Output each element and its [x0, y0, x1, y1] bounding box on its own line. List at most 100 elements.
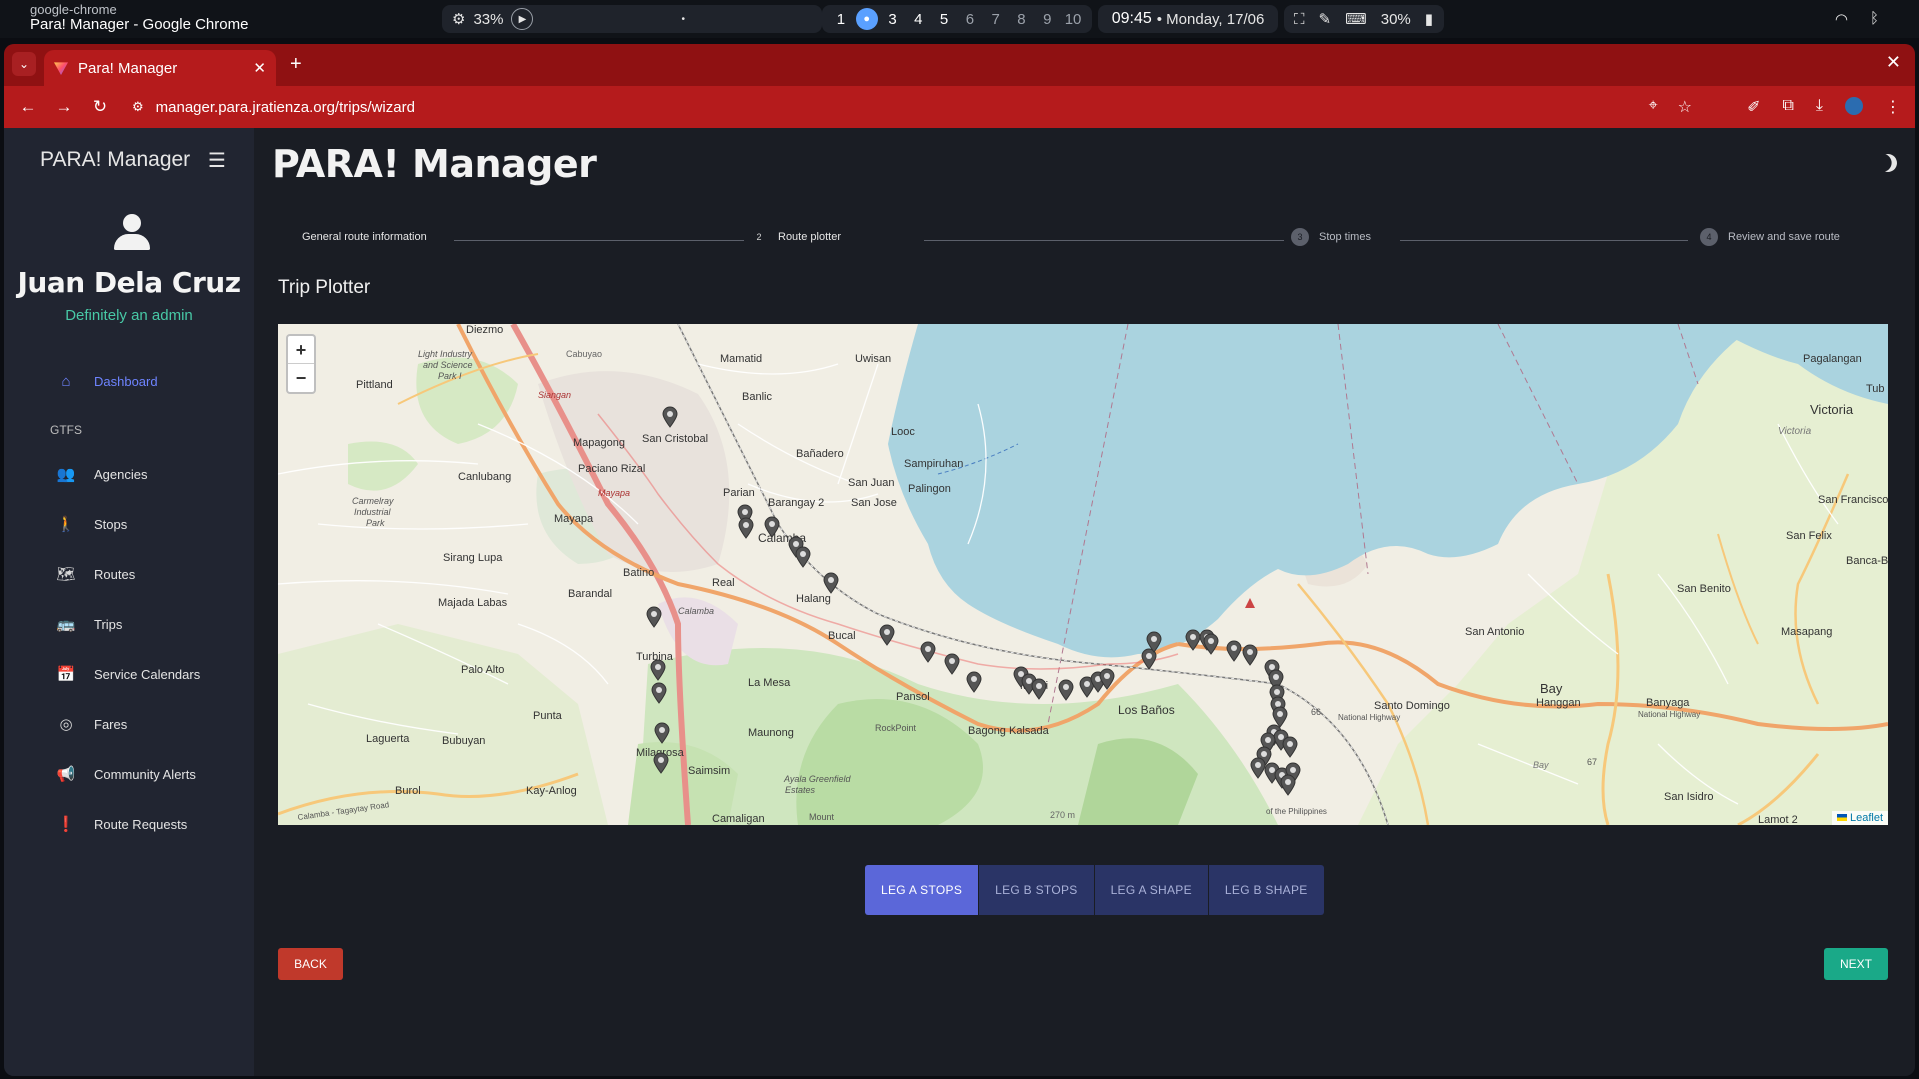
sidebar-item-routes[interactable]: 🗺 Routes — [56, 565, 135, 583]
workspace-7[interactable]: 7 — [985, 11, 1007, 28]
tab-leg-b-shape[interactable]: LEG B SHAPE — [1208, 865, 1324, 915]
workspace-9[interactable]: 9 — [1036, 11, 1058, 28]
stop-marker-icon[interactable] — [1031, 678, 1047, 700]
stop-marker-icon[interactable] — [764, 516, 780, 538]
workspace-5[interactable]: 5 — [933, 11, 955, 28]
pen-extension-icon[interactable]: ✐ — [1747, 97, 1760, 117]
sidebar-item-route-requests[interactable]: ❗ Route Requests — [56, 815, 188, 833]
profile-avatar-icon[interactable] — [1845, 97, 1863, 115]
stop-marker-icon[interactable] — [651, 682, 667, 704]
campaign-icon: 📢 — [56, 766, 76, 783]
wifi-icon[interactable]: ◠ — [1835, 10, 1848, 28]
sidebar-item-stops[interactable]: 🚶 Stops — [56, 515, 128, 533]
sidebar-item-trips[interactable]: 🚌 Trips — [56, 615, 123, 633]
stop-marker-icon[interactable] — [1146, 631, 1162, 653]
back-button[interactable]: BACK — [278, 948, 343, 980]
bookmark-star-icon[interactable]: ☆ — [1678, 97, 1692, 117]
stop-marker-icon[interactable] — [1226, 640, 1242, 662]
forward-arrow-icon[interactable]: → — [46, 97, 82, 117]
stop-marker-icon[interactable] — [653, 752, 669, 774]
os-clock[interactable]: 09:45 • Monday, 17/06 — [1098, 5, 1278, 33]
tab-leg-a-stops[interactable]: LEG A STOPS — [865, 865, 980, 915]
fullscreen-icon[interactable]: ⛶ — [1294, 11, 1305, 28]
map-attribution[interactable]: Leaflet — [1831, 811, 1888, 825]
next-button[interactable]: NEXT — [1824, 948, 1888, 980]
sidebar-item-agencies[interactable]: 👥 Agencies — [56, 465, 148, 483]
stop-marker-icon[interactable] — [944, 653, 960, 675]
dot-icon: • — [681, 13, 685, 25]
tab-search-icon[interactable]: ⌄ — [12, 52, 36, 76]
step-stop-times[interactable]: 3 Stop times — [1291, 228, 1371, 246]
location-icon[interactable]: ⌖ — [1649, 97, 1658, 117]
stop-marker-icon[interactable] — [920, 641, 936, 663]
tab-close-icon[interactable]: ✕ — [253, 59, 266, 77]
os-tray: ◠ ᛒ — [1835, 10, 1879, 28]
stop-marker-icon[interactable] — [1242, 644, 1258, 666]
tab-leg-a-shape[interactable]: LEG A SHAPE — [1094, 865, 1209, 915]
map-label: RockPoint — [875, 723, 917, 733]
sidebar-item-community-alerts[interactable]: 📢 Community Alerts — [56, 765, 196, 783]
map-label: Estates — [785, 785, 816, 795]
play-icon[interactable]: ▶ — [511, 8, 534, 30]
sidebar-item-fares[interactable]: ◎ Fares — [56, 715, 127, 733]
sidebar-item-label: Fares — [94, 716, 128, 732]
pen-icon[interactable]: ✎ — [1319, 10, 1332, 28]
stop-marker-icon[interactable] — [654, 722, 670, 744]
stop-marker-icon[interactable] — [1203, 633, 1219, 655]
stop-marker-icon[interactable] — [1282, 736, 1298, 758]
sidebar-item-label: Trips — [94, 616, 123, 632]
url-text[interactable]: manager.para.jratienza.org/trips/wizard — [156, 99, 415, 116]
workspace-1[interactable]: 1 — [830, 11, 852, 28]
stop-marker-icon[interactable] — [966, 671, 982, 693]
zoom-in-button[interactable]: + — [288, 336, 314, 364]
stop-marker-icon[interactable] — [646, 606, 662, 628]
main-content: PARA! Manager General route information … — [254, 128, 1915, 1076]
stop-marker-icon[interactable] — [795, 546, 811, 568]
extensions-icon[interactable]: ⧉ — [1782, 97, 1793, 117]
stop-marker-icon[interactable] — [1280, 774, 1296, 796]
sidebar-item-dashboard[interactable]: ⌂ Dashboard — [56, 373, 157, 390]
workspace-8[interactable]: 8 — [1011, 11, 1033, 28]
stop-marker-icon[interactable] — [879, 624, 895, 646]
cpu-usage: 33% — [473, 10, 504, 28]
map-label: Camaligan — [712, 813, 765, 825]
step-label: General route information — [302, 231, 427, 243]
map-label: Calamba — [678, 606, 714, 616]
site-info-icon[interactable]: ⚙ — [132, 99, 144, 115]
stop-marker-icon[interactable] — [823, 572, 839, 594]
address-bar[interactable]: ⚙ manager.para.jratienza.org/trips/wizar… — [132, 92, 1702, 122]
map-label: Mamatid — [720, 353, 762, 365]
os-cpu-widget[interactable]: ⚙ 33% ▶ • — [442, 5, 822, 33]
tab-leg-b-stops[interactable]: LEG B STOPS — [979, 865, 1095, 915]
reload-icon[interactable]: ↻ — [82, 97, 118, 117]
leaflet-link[interactable]: Leaflet — [1850, 812, 1883, 824]
workspace-4[interactable]: 4 — [907, 11, 929, 28]
stop-marker-icon[interactable] — [650, 659, 666, 681]
sidebar-item-service-calendars[interactable]: 📅 Service Calendars — [56, 665, 201, 683]
stop-marker-icon[interactable] — [662, 406, 678, 428]
stop-marker-icon[interactable] — [1099, 668, 1115, 690]
menu-kebab-icon[interactable]: ⋮ — [1885, 97, 1901, 117]
step-review-save[interactable]: 4 Review and save route — [1700, 228, 1840, 246]
stop-marker-icon[interactable] — [1058, 679, 1074, 701]
dark-mode-toggle-icon[interactable] — [1876, 151, 1899, 174]
browser-tab-active[interactable]: Para! Manager ✕ — [44, 50, 276, 86]
stop-marker-icon[interactable] — [738, 517, 754, 539]
zoom-out-button[interactable]: − — [288, 364, 314, 392]
trip-plotter-map[interactable]: Diezmo Pittland Light Industry and Scien… — [278, 324, 1888, 825]
step-general-info[interactable]: General route information — [274, 228, 427, 246]
workspace-current[interactable]: ● — [855, 8, 878, 30]
new-tab-icon[interactable]: + — [290, 53, 302, 76]
bus-icon: 🚌 — [56, 616, 76, 633]
keyboard-icon[interactable]: ⌨ — [1345, 10, 1367, 28]
workspace-3[interactable]: 3 — [882, 11, 904, 28]
workspace-6[interactable]: 6 — [959, 11, 981, 28]
back-arrow-icon[interactable]: ← — [10, 97, 46, 117]
workspace-10[interactable]: 10 — [1062, 11, 1084, 28]
step-route-plotter[interactable]: 2 Route plotter — [750, 228, 841, 246]
download-icon[interactable]: ⤓ — [1816, 97, 1823, 117]
bluetooth-icon[interactable]: ᛒ — [1870, 10, 1879, 28]
window-close-icon[interactable]: ✕ — [1886, 52, 1901, 73]
hamburger-menu-icon[interactable]: ☰ — [208, 148, 226, 173]
ukraine-flag-icon — [1836, 814, 1847, 821]
